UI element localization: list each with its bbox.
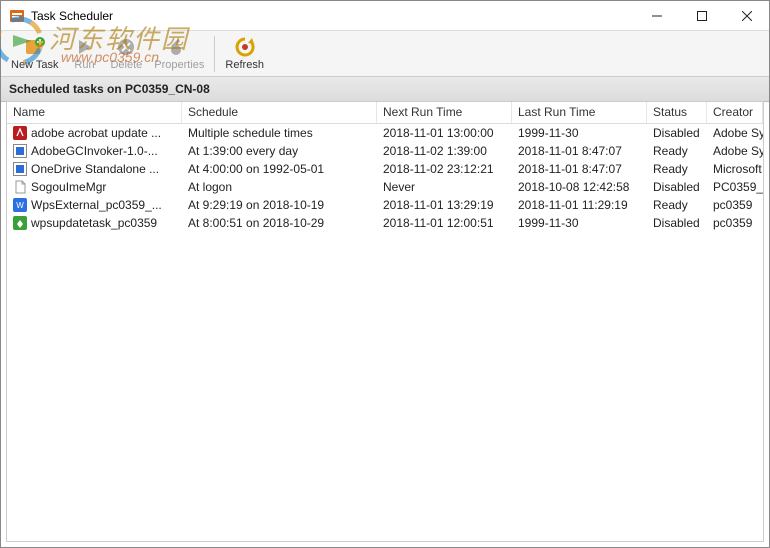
col-schedule[interactable]: Schedule — [182, 102, 377, 123]
delete-label: Delete — [110, 59, 142, 71]
cell-name: W WpsExternal_pc0359_... — [7, 197, 182, 213]
app-blue-icon — [13, 144, 27, 158]
cell-nextrun: 2018-11-01 12:00:51 — [377, 215, 512, 231]
cell-nextrun: 2018-11-01 13:29:19 — [377, 197, 512, 213]
cell-creator: Microsoft Cor... — [707, 161, 763, 177]
cell-lastrun: 2018-11-01 8:47:07 — [512, 161, 647, 177]
cell-status: Disabled — [647, 179, 707, 195]
refresh-label: Refresh — [225, 59, 264, 71]
cell-creator: pc0359 — [707, 215, 763, 231]
cell-creator: Adobe Syste... — [707, 125, 763, 141]
cell-name: OneDrive Standalone ... — [7, 161, 182, 177]
cell-creator: pc0359 — [707, 197, 763, 213]
col-creator[interactable]: Creator — [707, 102, 763, 123]
cell-lastrun: 2018-10-08 12:42:58 — [512, 179, 647, 195]
table-row[interactable]: AdobeGCInvoker-1.0-... At 1:39:00 every d… — [7, 142, 763, 160]
window-title: Task Scheduler — [31, 9, 113, 23]
cell-name: AdobeGCInvoker-1.0-... — [7, 143, 182, 159]
cell-name: adobe acrobat update ... — [7, 125, 182, 141]
cell-lastrun: 2018-11-01 11:29:19 — [512, 197, 647, 213]
cell-nextrun: 2018-11-01 13:00:00 — [377, 125, 512, 141]
toolbar-separator — [214, 36, 215, 72]
cell-nextrun: Never — [377, 179, 512, 195]
cell-lastrun: 2018-11-01 8:47:07 — [512, 143, 647, 159]
cell-schedule: At 4:00:00 on 1992-05-01 — [182, 161, 377, 177]
maximize-button[interactable] — [679, 1, 724, 30]
new-task-icon — [24, 36, 46, 58]
table-row[interactable]: adobe acrobat update ... Multiple schedul… — [7, 124, 763, 142]
cell-name: SogouImeMgr — [7, 179, 182, 195]
run-icon — [73, 36, 95, 58]
cell-schedule: At logon — [182, 179, 377, 195]
new-task-button[interactable]: New Task — [5, 33, 64, 75]
table-row[interactable]: SogouImeMgr At logonNever2018-10-08 12:42… — [7, 178, 763, 196]
delete-icon — [115, 36, 137, 58]
cell-schedule: At 1:39:00 every day — [182, 143, 377, 159]
wps-blue-icon: W — [13, 198, 27, 212]
minimize-button[interactable] — [634, 1, 679, 30]
cell-creator: Adobe Syste... — [707, 143, 763, 159]
run-label: Run — [74, 59, 94, 71]
cell-creator: PC0359_CN-... — [707, 179, 763, 195]
close-button[interactable] — [724, 1, 769, 30]
cell-nextrun: 2018-11-02 23:12:21 — [377, 161, 512, 177]
properties-label: Properties — [154, 59, 204, 71]
cell-status: Ready — [647, 143, 707, 159]
cell-name-text: SogouImeMgr — [31, 180, 106, 194]
run-button: Run — [64, 33, 104, 75]
properties-icon — [168, 36, 190, 58]
cell-name-text: OneDrive Standalone ... — [31, 162, 159, 176]
cell-name: wpsupdatetask_pc0359 — [7, 215, 182, 231]
window-controls — [634, 1, 769, 30]
table-row[interactable]: OneDrive Standalone ... At 4:00:00 on 199… — [7, 160, 763, 178]
refresh-button[interactable]: Refresh — [219, 33, 270, 75]
wps-green-icon — [13, 216, 27, 230]
cell-name-text: wpsupdatetask_pc0359 — [31, 216, 157, 230]
table-body: adobe acrobat update ... Multiple schedul… — [7, 124, 763, 232]
cell-status: Ready — [647, 161, 707, 177]
task-table: Name Schedule Next Run Time Last Run Tim… — [6, 101, 764, 542]
col-status[interactable]: Status — [647, 102, 707, 123]
new-task-label: New Task — [11, 59, 58, 71]
app-blue-icon — [13, 162, 27, 176]
app-icon — [9, 8, 25, 24]
acrobat-icon — [13, 126, 27, 140]
cell-name-text: adobe acrobat update ... — [31, 126, 161, 140]
section-header: Scheduled tasks on PC0359_CN-08 — [1, 77, 769, 102]
cell-schedule: At 9:29:19 on 2018-10-19 — [182, 197, 377, 213]
svg-text:W: W — [16, 201, 24, 210]
delete-button: Delete — [104, 33, 148, 75]
toolbar: New Task Run Delete Properties Refresh — [1, 31, 769, 77]
properties-button: Properties — [148, 33, 210, 75]
cell-schedule: Multiple schedule times — [182, 125, 377, 141]
cell-name-text: AdobeGCInvoker-1.0-... — [31, 144, 158, 158]
table-row[interactable]: wpsupdatetask_pc0359 At 8:00:51 on 2018-1… — [7, 214, 763, 232]
cell-nextrun: 2018-11-02 1:39:00 — [377, 143, 512, 159]
table-header: Name Schedule Next Run Time Last Run Tim… — [7, 102, 763, 124]
table-row[interactable]: W WpsExternal_pc0359_... At 9:29:19 on 201… — [7, 196, 763, 214]
cell-status: Ready — [647, 197, 707, 213]
file-icon — [13, 180, 27, 194]
col-name[interactable]: Name — [7, 102, 182, 123]
refresh-icon — [234, 36, 256, 58]
col-lastrun[interactable]: Last Run Time — [512, 102, 647, 123]
titlebar: Task Scheduler — [1, 1, 769, 31]
cell-status: Disabled — [647, 215, 707, 231]
cell-lastrun: 1999-11-30 — [512, 215, 647, 231]
col-nextrun[interactable]: Next Run Time — [377, 102, 512, 123]
cell-schedule: At 8:00:51 on 2018-10-29 — [182, 215, 377, 231]
cell-name-text: WpsExternal_pc0359_... — [31, 198, 162, 212]
cell-status: Disabled — [647, 125, 707, 141]
cell-lastrun: 1999-11-30 — [512, 125, 647, 141]
